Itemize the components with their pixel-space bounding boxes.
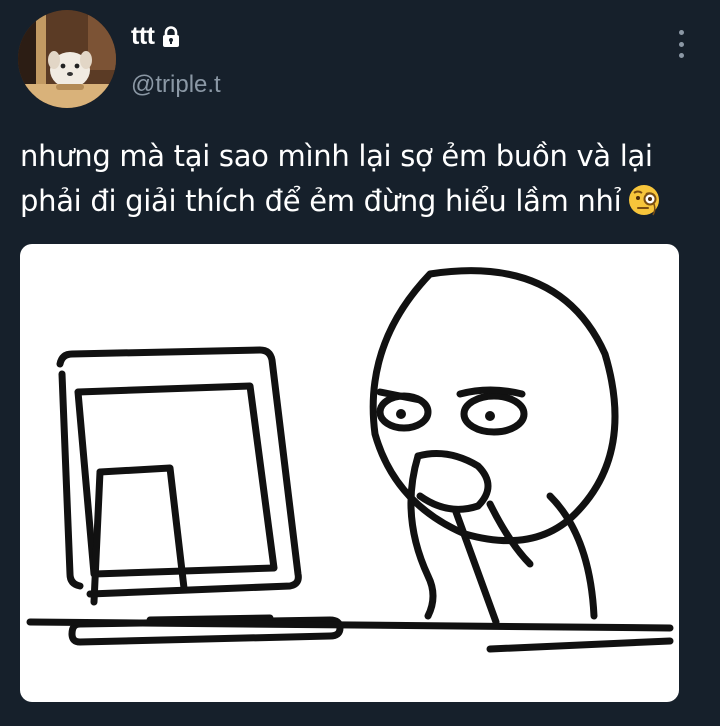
avatar[interactable] xyxy=(18,10,116,108)
meme-computer-guy-drawing xyxy=(26,267,674,653)
tweet-text-line: nhưng mà tại sao mình lại sợ ẻm buồn và … xyxy=(20,139,653,173)
tweet-card[interactable]: ttt @triple.t nhưng mà tại sao mình lại … xyxy=(0,0,720,726)
more-dot xyxy=(678,41,684,47)
author-display-name[interactable]: ttt xyxy=(131,22,155,51)
tweet-text-line-with-emoji: phải đi giải thích để ẻm đừng hiểu lầm n… xyxy=(20,179,700,224)
more-dot xyxy=(678,30,684,35)
lock-icon xyxy=(160,25,182,48)
tweet-media-image[interactable] xyxy=(20,244,679,702)
more-vertical-icon[interactable] xyxy=(670,26,692,62)
tweet-text: nhưng mà tại sao mình lại sợ ẻm buồn và … xyxy=(20,134,700,224)
author-name-row[interactable]: ttt xyxy=(131,22,182,51)
more-dot xyxy=(678,53,684,58)
tweet-text-line: phải đi giải thích để ẻm đừng hiểu lầm n… xyxy=(20,184,622,218)
author-handle[interactable]: @triple.t xyxy=(131,71,221,99)
face-with-monocle-icon xyxy=(627,183,661,217)
